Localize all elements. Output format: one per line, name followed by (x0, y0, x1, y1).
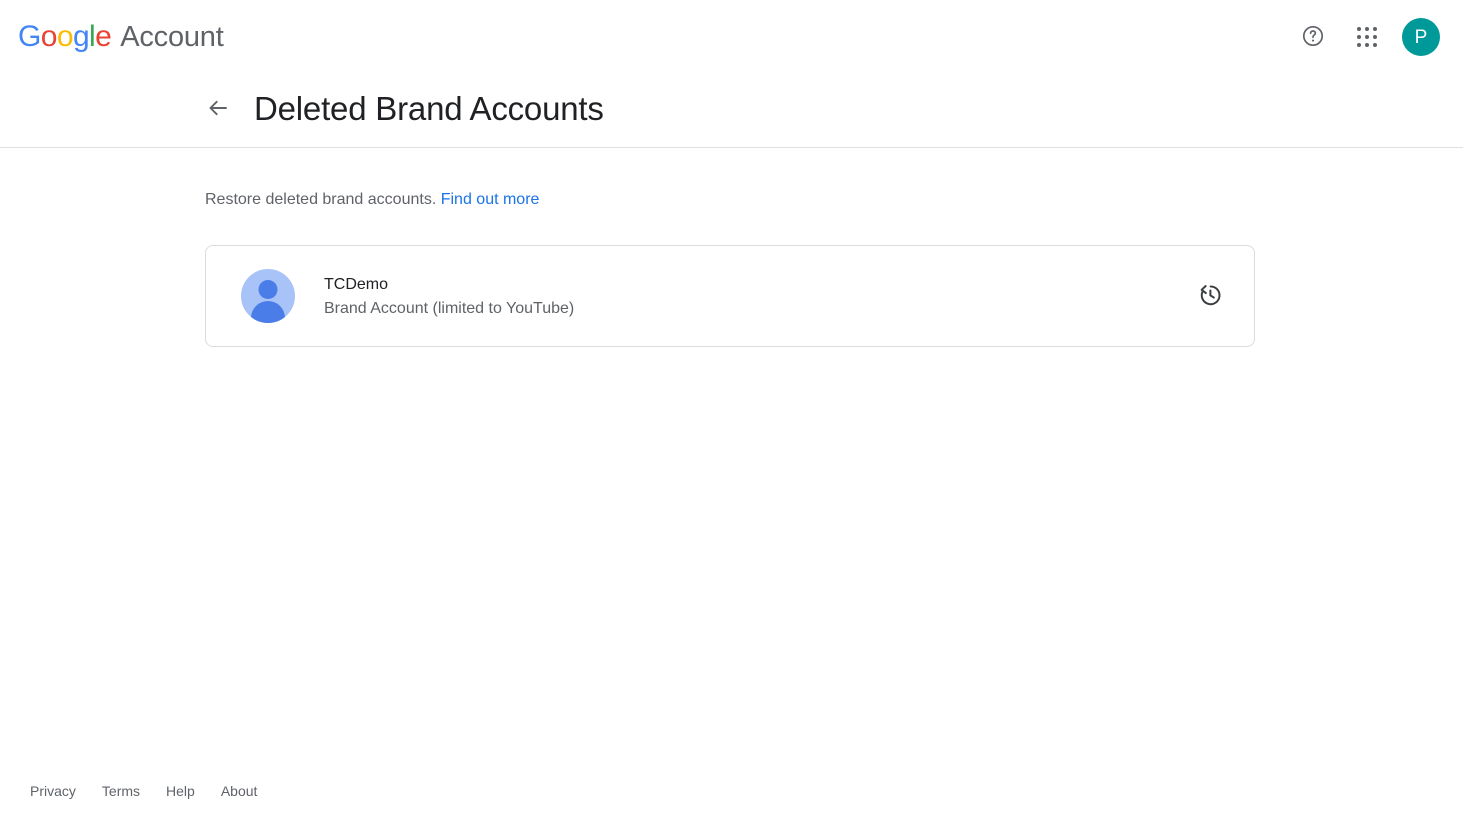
back-button[interactable] (198, 89, 238, 129)
logo-letter-o1: o (40, 20, 58, 53)
account-name: TCDemo (324, 275, 389, 293)
main-content: Restore deleted brand accounts. Find out… (0, 189, 1463, 347)
header-actions: P (1291, 0, 1443, 74)
logo-letter-e: e (95, 20, 112, 53)
apps-grid-icon (1357, 27, 1377, 47)
google-account-brand[interactable]: Google Account (18, 22, 224, 52)
restore-history-icon (1197, 282, 1223, 311)
footer-link-about[interactable]: About (221, 783, 258, 799)
footer-link-help[interactable]: Help (166, 783, 195, 799)
google-apps-button[interactable] (1345, 15, 1389, 59)
default-person-avatar-icon (241, 269, 295, 323)
account-info: TCDemo Brand Account (limited to YouTube… (324, 274, 574, 319)
logo-letter-g2: g (72, 20, 90, 53)
restore-account-button[interactable] (1188, 274, 1232, 318)
deleted-account-card[interactable]: TCDemo Brand Account (limited to YouTube… (205, 245, 1255, 347)
footer-link-terms[interactable]: Terms (102, 783, 140, 799)
page-footer: Privacy Terms Help About (0, 765, 1463, 817)
help-button[interactable] (1291, 15, 1335, 59)
logo-letter-o2: o (56, 20, 74, 53)
find-out-more-link[interactable]: Find out more (441, 191, 540, 208)
app-header: Google Account P (0, 0, 1463, 74)
avatar: P (1402, 18, 1440, 56)
account-type: Brand Account (limited to YouTube) (324, 299, 575, 317)
arrow-left-icon (206, 96, 230, 123)
page-title: Deleted Brand Accounts (254, 90, 604, 127)
header-divider (0, 147, 1463, 148)
product-name: Account (120, 21, 224, 53)
logo-letter-g1: G (18, 20, 41, 53)
account-avatar-button[interactable]: P (1399, 15, 1443, 59)
page-description: Restore deleted brand accounts. Find out… (205, 189, 1258, 211)
help-circle-icon (1301, 24, 1325, 51)
google-logo: Google (18, 20, 112, 53)
description-text: Restore deleted brand accounts. (205, 191, 437, 208)
page-title-bar: Deleted Brand Accounts (0, 74, 1463, 144)
footer-link-privacy[interactable]: Privacy (30, 783, 76, 799)
